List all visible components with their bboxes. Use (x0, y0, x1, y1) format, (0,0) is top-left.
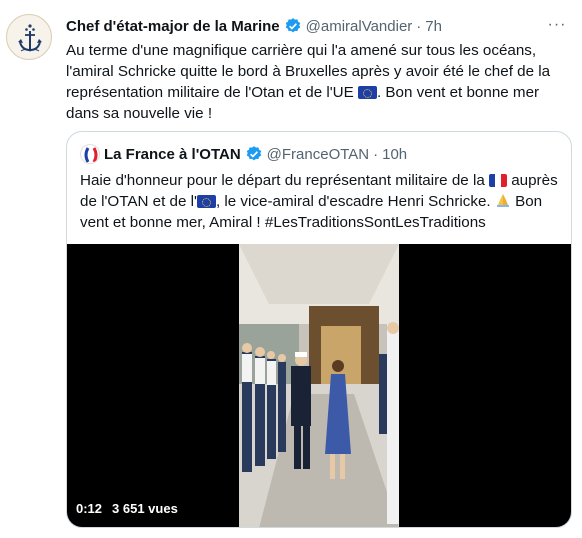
video-frame (239, 244, 399, 527)
more-icon[interactable]: ··· (546, 14, 568, 36)
author-name[interactable]: Chef d'état-major de la Marine (66, 18, 280, 35)
quoted-time[interactable]: 10h (382, 146, 407, 163)
video-duration: 0:12 (76, 501, 103, 516)
author-avatar[interactable] (6, 14, 52, 60)
tweet-time[interactable]: 7h (425, 18, 442, 35)
tweet-header: Chef d'état-major de la Marine @amiralVa… (66, 15, 542, 37)
fr-flag-icon (489, 174, 507, 187)
eu-flag-icon (357, 86, 377, 99)
video-player[interactable]: 0:12 3 651 vues (67, 244, 571, 527)
separator-dot: · (373, 145, 379, 163)
fr-otan-logo-icon (84, 147, 98, 163)
honor-guard-scene (239, 244, 399, 527)
quoted-author-avatar[interactable] (80, 144, 100, 164)
quoted-tweet[interactable]: La France à l'OTAN @FranceOTAN · 10h Hai… (66, 131, 572, 528)
tweet-text: Au terme d'une magnifique carrière qui l… (66, 40, 566, 124)
eu-flag-icon (196, 195, 216, 208)
verified-icon (246, 146, 261, 161)
quoted-author-name[interactable]: La France à l'OTAN (104, 146, 241, 163)
author-handle[interactable]: @amiralVandier (306, 18, 413, 35)
quoted-text-part1: Haie d'honneur pour le départ du représe… (80, 172, 489, 189)
quoted-header: La France à l'OTAN @FranceOTAN · 10h (80, 144, 407, 164)
video-overlay: 0:12 3 651 vues (76, 501, 178, 516)
folded-hands-icon (496, 194, 509, 207)
quoted-text-part3: , le vice-amiral d'escadre Henri Schrick… (215, 193, 495, 210)
verified-icon (285, 18, 300, 33)
tweet[interactable]: Chef d'état-major de la Marine @amiralVa… (0, 0, 582, 538)
video-views: 3 651 vues (112, 501, 178, 516)
quoted-text: Haie d'honneur pour le départ du représe… (80, 170, 562, 233)
separator-dot: · (416, 17, 422, 35)
quoted-author-handle[interactable]: @FranceOTAN (267, 146, 369, 163)
anchor-logo-icon (18, 24, 42, 52)
